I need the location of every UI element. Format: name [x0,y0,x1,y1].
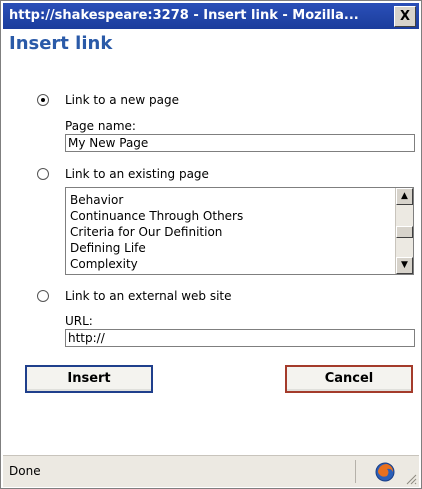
page-name-label: Page name: [65,119,136,133]
option-new-page-label: Link to a new page [65,93,180,107]
window-title: http://shakespeare:3278 - Insert link - … [9,8,359,23]
cancel-button[interactable]: Cancel [285,365,413,393]
list-item[interactable]: Criteria for Our Definition [70,224,390,240]
list-scrollbar[interactable]: ▲ ▼ [395,188,413,274]
page-name-input[interactable]: My New Page [65,134,415,152]
status-text: Done [9,464,41,478]
status-divider [355,460,356,483]
url-label: URL: [65,314,93,328]
option-existing-page[interactable]: Link to an existing page [37,165,209,183]
scroll-down-icon[interactable]: ▼ [396,257,413,274]
option-new-page[interactable]: Link to a new page [37,91,179,109]
existing-pages-items: Behavior Continuance Through Others Crit… [70,188,390,272]
option-existing-page-label: Link to an existing page [65,167,209,181]
list-item[interactable]: Defining Life [70,240,390,256]
firefox-icon [375,462,395,482]
option-external-site-label: Link to an external web site [65,289,232,303]
existing-pages-list[interactable]: Behavior Continuance Through Others Crit… [65,187,414,275]
radio-external-site[interactable] [37,290,49,302]
list-item[interactable]: Continuance Through Others [70,208,390,224]
close-button[interactable]: X [394,6,416,27]
scroll-thumb[interactable] [396,226,413,238]
scroll-up-icon[interactable]: ▲ [396,188,413,205]
status-bar: Done [3,455,419,487]
list-item[interactable]: Behavior [70,192,390,208]
list-item[interactable]: Complexity [70,256,390,272]
url-input[interactable]: http:// [65,329,415,347]
dialog-heading: Insert link [9,33,113,54]
radio-existing-page[interactable] [37,168,49,180]
insert-button[interactable]: Insert [25,365,153,393]
option-external-site[interactable]: Link to an external web site [37,287,232,305]
title-bar[interactable]: http://shakespeare:3278 - Insert link - … [3,3,419,29]
dialog-window: http://shakespeare:3278 - Insert link - … [0,0,422,489]
radio-new-page[interactable] [37,94,49,106]
resize-grip-icon[interactable] [405,473,417,485]
